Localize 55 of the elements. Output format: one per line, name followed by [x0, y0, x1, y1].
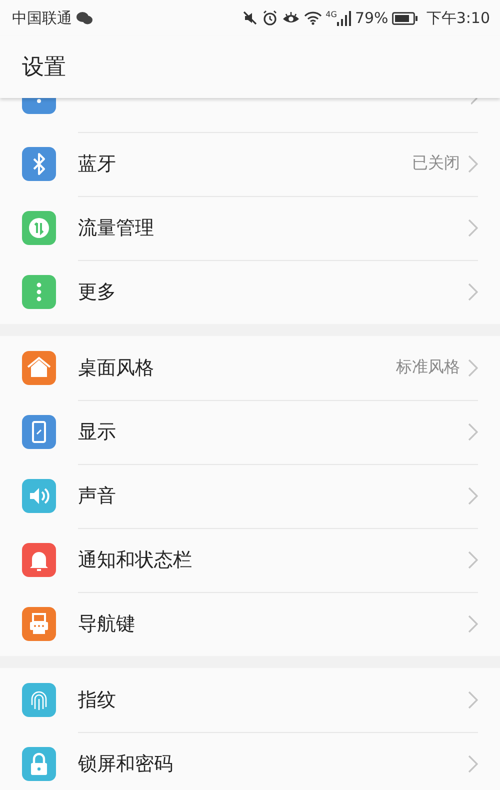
battery-percent: 79%	[354, 9, 388, 27]
carrier-name: 中国联通	[12, 8, 72, 28]
settings-item[interactable]: 锁屏和密码	[0, 732, 500, 790]
settings-item[interactable]: 导航键	[0, 592, 500, 656]
item-label: 蓝牙	[78, 152, 117, 176]
navigation-keys-icon	[22, 607, 56, 641]
item-value: 已关闭	[412, 153, 460, 174]
battery-icon	[392, 12, 418, 24]
chevron-icon	[468, 422, 478, 440]
bell-icon	[22, 543, 56, 577]
chevron-icon	[468, 690, 478, 708]
mute-icon	[242, 10, 258, 26]
chevron-icon	[468, 154, 478, 172]
settings-item[interactable]: 流量管理	[0, 196, 500, 260]
eye-icon	[282, 11, 300, 25]
chevron-icon	[468, 218, 478, 236]
item-label: 流量管理	[78, 216, 155, 240]
settings-item[interactable]: 更多	[0, 260, 500, 324]
chevron-icon	[468, 615, 478, 633]
bluetooth-icon	[22, 147, 56, 181]
settings-item[interactable]: 蓝牙 已关闭	[0, 132, 500, 196]
network-type: 4G	[326, 10, 337, 18]
settings-item[interactable]: 显示	[0, 400, 500, 464]
clock-time: 下午3:10	[426, 8, 490, 28]
item-label: 导航键	[78, 612, 136, 637]
lock-icon	[22, 747, 56, 781]
settings-item[interactable]: 桌面风格 标准风格	[0, 336, 500, 400]
more-icon	[22, 275, 56, 309]
item-label: 显示	[78, 420, 117, 444]
home-icon	[22, 351, 56, 385]
settings-item[interactable]: 指纹	[0, 668, 500, 732]
item-value: 标准风格	[396, 357, 460, 378]
alarm-icon	[262, 10, 278, 26]
chat-icon	[76, 11, 93, 25]
item-label: 锁屏和密码	[78, 752, 174, 777]
data-usage-icon	[22, 211, 56, 245]
chevron-icon	[468, 550, 478, 568]
item-label: 桌面风格	[78, 356, 155, 380]
speaker-icon	[22, 479, 56, 513]
chevron-icon	[468, 486, 478, 504]
settings-item[interactable]: 通知和状态栏	[0, 528, 500, 592]
item-label: 声音	[78, 484, 117, 508]
cell-signal-icon	[336, 10, 351, 26]
settings-item[interactable]: 声音	[0, 464, 500, 528]
page-title: 设置	[22, 54, 66, 82]
chevron-icon	[468, 283, 478, 301]
wifi-signal-icon	[304, 11, 322, 25]
item-label: 通知和状态栏	[78, 548, 193, 572]
item-label: 更多	[78, 280, 117, 305]
chevron-icon	[468, 358, 478, 376]
chevron-icon	[471, 98, 478, 105]
chevron-icon	[468, 755, 478, 773]
fingerprint-icon	[22, 683, 56, 717]
item-label: 指纹	[78, 688, 117, 712]
phone-icon	[22, 415, 56, 449]
